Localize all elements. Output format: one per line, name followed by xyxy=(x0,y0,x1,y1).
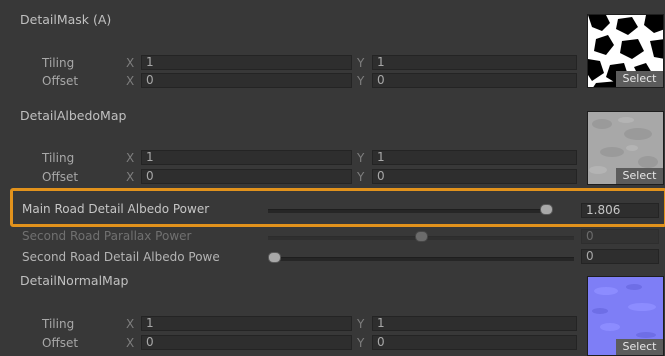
detail-normal-offset-y-axis: Y xyxy=(357,336,365,350)
detail-normal-tiling-y-field[interactable]: 1 xyxy=(372,316,577,331)
detail-mask-offset-y-field[interactable]: 0 xyxy=(372,73,577,88)
detail-mask-title: DetailMask (A) xyxy=(20,12,112,27)
detail-mask-tiling-y-field[interactable]: 1 xyxy=(372,55,577,70)
main-road-albedo-power-label: Main Road Detail Albedo Power xyxy=(22,202,210,216)
detail-normal-offset-label: Offset xyxy=(42,336,79,350)
detail-normal-tiling-label: Tiling xyxy=(42,317,75,331)
detail-albedo-tiling-x-axis: X xyxy=(126,151,135,165)
detail-albedo-tiling-y-field[interactable]: 1 xyxy=(372,150,577,165)
detail-normal-texture-slot[interactable]: Select xyxy=(587,276,664,356)
detail-normal-offset-x-axis: X xyxy=(126,336,135,350)
detail-albedo-tiling-label: Tiling xyxy=(42,151,75,165)
detail-normal-tiling-x-field[interactable]: 1 xyxy=(141,316,352,331)
second-road-albedo-power-value[interactable]: 0 xyxy=(581,249,659,264)
second-road-parallax-power-value: 0 xyxy=(581,229,659,244)
detail-albedo-offset-y-field[interactable]: 0 xyxy=(372,169,577,184)
second-road-parallax-power-thumb xyxy=(415,231,428,242)
detail-mask-tiling-label: Tiling xyxy=(42,56,75,70)
detail-mask-offset-label: Offset xyxy=(42,74,79,88)
detail-normal-tiling-x-axis: X xyxy=(126,317,135,331)
detail-mask-offset-x-field[interactable]: 0 xyxy=(141,73,352,88)
detail-albedo-offset-y-axis: Y xyxy=(357,170,365,184)
detail-albedo-title: DetailAlbedoMap xyxy=(20,108,127,123)
detail-albedo-offset-label: Offset xyxy=(42,170,79,184)
detail-normal-offset-y-field[interactable]: 0 xyxy=(372,335,577,350)
detail-normal-title: DetailNormalMap xyxy=(20,273,129,288)
detail-mask-offset-x-axis: X xyxy=(126,74,135,88)
main-road-albedo-power-thumb[interactable] xyxy=(540,204,553,215)
second-road-albedo-power-label: Second Road Detail Albedo Powe xyxy=(22,250,220,264)
detail-mask-tiling-x-axis: X xyxy=(126,56,135,70)
main-road-albedo-power-value[interactable]: 1.806 xyxy=(581,203,659,218)
detail-albedo-tiling-y-axis: Y xyxy=(357,151,365,165)
detail-albedo-texture-slot[interactable]: Select xyxy=(587,111,664,185)
detail-mask-texture-slot[interactable]: Select xyxy=(587,14,664,88)
second-road-albedo-power-track[interactable] xyxy=(274,257,574,261)
main-road-albedo-power-track[interactable] xyxy=(268,209,552,213)
detail-mask-offset-y-axis: Y xyxy=(357,74,365,88)
second-road-parallax-power-label: Second Road Parallax Power xyxy=(22,229,192,243)
second-road-albedo-power-thumb[interactable] xyxy=(268,252,281,263)
detail-mask-tiling-y-axis: Y xyxy=(357,56,365,70)
detail-albedo-offset-x-field[interactable]: 0 xyxy=(141,169,352,184)
detail-albedo-select-button[interactable]: Select xyxy=(616,168,663,184)
detail-mask-select-button[interactable]: Select xyxy=(616,71,663,87)
detail-normal-select-button[interactable]: Select xyxy=(616,339,663,355)
detail-normal-offset-x-field[interactable]: 0 xyxy=(141,335,352,350)
detail-albedo-offset-x-axis: X xyxy=(126,170,135,184)
detail-mask-tiling-x-field[interactable]: 1 xyxy=(141,55,352,70)
detail-albedo-tiling-x-field[interactable]: 1 xyxy=(141,150,352,165)
detail-normal-tiling-y-axis: Y xyxy=(357,317,365,331)
